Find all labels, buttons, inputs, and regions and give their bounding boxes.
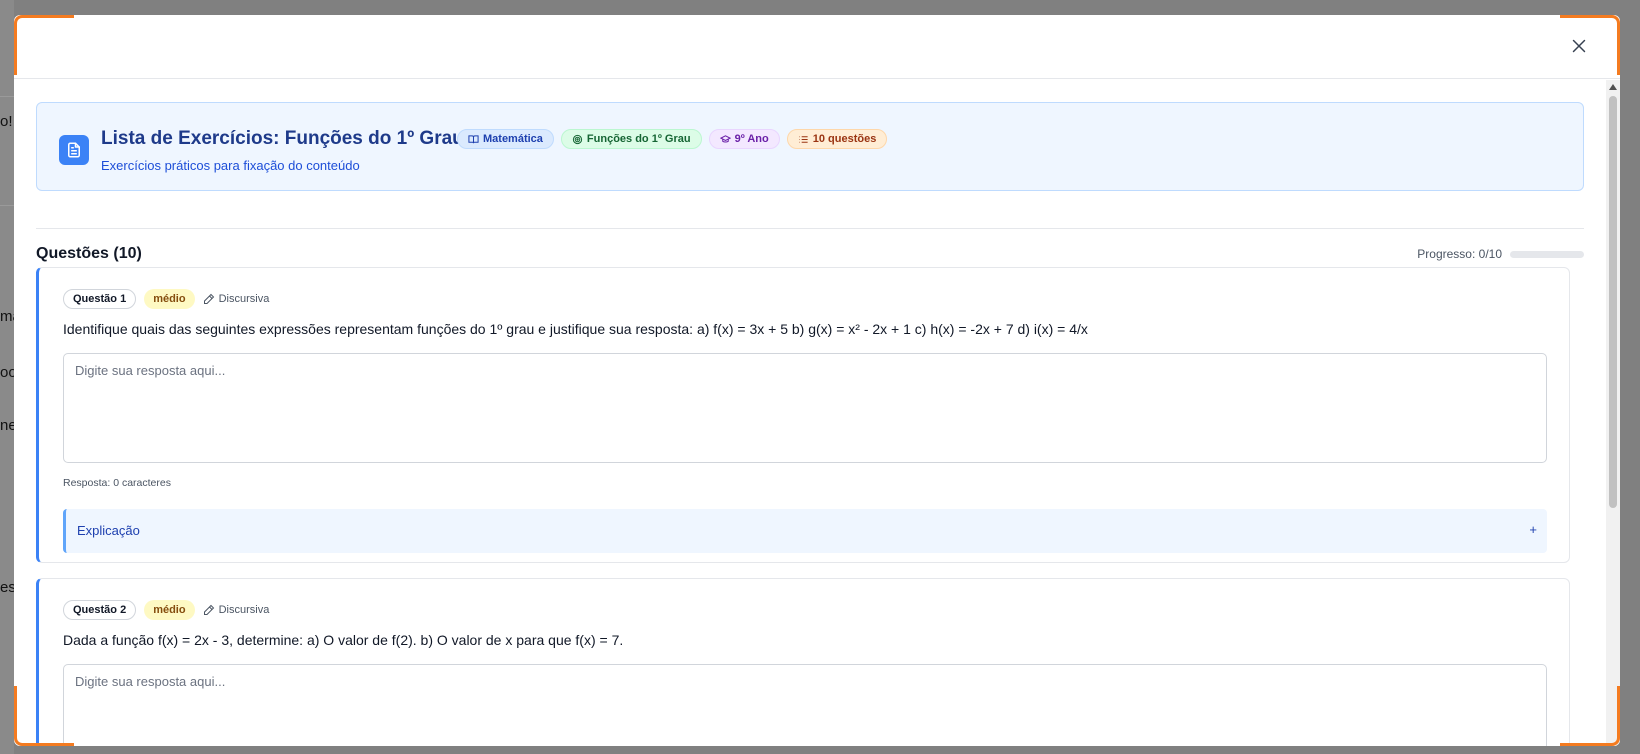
- subject-badge-label: Matemática: [483, 133, 543, 145]
- modal-header: [14, 15, 1620, 79]
- question-meta: Questão 2 médio Discursiva: [63, 600, 269, 620]
- target-icon: [572, 134, 583, 144]
- questions-heading: Questões (10): [36, 245, 142, 262]
- expand-icon: +: [1529, 522, 1537, 537]
- modal-scrollbar[interactable]: [1606, 80, 1620, 746]
- section-divider: [36, 228, 1584, 229]
- question-type: Discursiva: [203, 293, 270, 305]
- answer-char-count: Resposta: 0 caracteres: [63, 477, 171, 489]
- question-count-badge-label: 10 questões: [812, 133, 877, 145]
- question-meta: Questão 1 médio Discursiva: [63, 289, 269, 309]
- subject-badge: Matemática: [457, 129, 554, 149]
- question-type: Discursiva: [203, 604, 270, 616]
- difficulty-badge: médio: [144, 600, 195, 620]
- close-button[interactable]: [1568, 35, 1590, 57]
- question-number-badge: Questão 1: [63, 289, 137, 309]
- pencil-icon: [203, 293, 214, 304]
- book-icon: [468, 134, 479, 143]
- question-type-label: Discursiva: [218, 604, 270, 616]
- exercise-list-modal: Lista de Exercícios: Funções do 1º Grau …: [14, 15, 1620, 746]
- question-type-label: Discursiva: [218, 293, 270, 305]
- answer-input[interactable]: [63, 664, 1547, 746]
- graduation-cap-icon: [719, 134, 731, 143]
- question-count-badge: 10 questões: [786, 129, 888, 149]
- question-text: Identifique quais das seguintes expressõ…: [63, 321, 1088, 337]
- list-subtitle: Exercícios práticos para fixação do cont…: [101, 158, 360, 173]
- difficulty-badge: médio: [144, 289, 195, 309]
- scroll-up-arrow-icon[interactable]: [1609, 84, 1617, 90]
- answer-input[interactable]: [63, 353, 1547, 463]
- grade-badge-label: 9º Ano: [734, 133, 769, 145]
- background-text: o!: [0, 113, 13, 130]
- list-badges: Matemática Funções do 1º Grau 9º Ano 10 …: [457, 129, 888, 149]
- question-text: Dada a função f(x) = 2x - 3, determine: …: [63, 632, 624, 648]
- background-divider: [0, 205, 14, 206]
- pencil-icon: [203, 604, 214, 615]
- list-title: Lista de Exercícios: Funções do 1º Grau: [101, 128, 464, 149]
- progress-bar: [1510, 250, 1584, 258]
- progress-label: Progresso: 0/10: [1417, 247, 1502, 261]
- question-number-badge: Questão 2: [63, 600, 137, 620]
- scrollbar-thumb[interactable]: [1609, 96, 1617, 508]
- explanation-label: Explicação: [77, 523, 140, 538]
- list-header-card: Lista de Exercícios: Funções do 1º Grau …: [36, 102, 1584, 191]
- grade-badge: 9º Ano: [708, 129, 780, 149]
- modal-content: Lista de Exercícios: Funções do 1º Grau …: [14, 80, 1606, 746]
- progress-indicator: Progresso: 0/10: [1417, 247, 1584, 261]
- list-icon: [799, 135, 808, 143]
- topic-badge-label: Funções do 1º Grau: [586, 133, 691, 145]
- background-divider: [0, 96, 14, 97]
- explanation-toggle[interactable]: Explicação +: [63, 509, 1547, 553]
- close-icon: [1572, 39, 1586, 53]
- topic-badge: Funções do 1º Grau: [560, 129, 702, 149]
- document-icon: [59, 135, 89, 165]
- question-card: Questão 2 médio Discursiva Dada a função…: [36, 578, 1570, 746]
- question-card: Questão 1 médio Discursiva Identifique q…: [36, 267, 1570, 563]
